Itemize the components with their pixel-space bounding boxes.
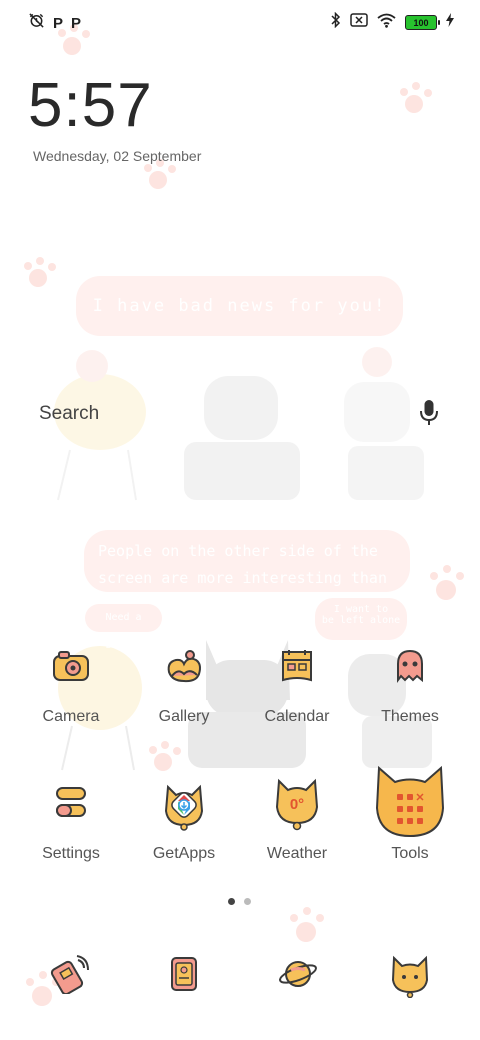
app-settings[interactable]: Settings [16,775,126,867]
app-getapps[interactable]: GetApps [129,775,239,867]
clock-time[interactable]: 5:57 [28,70,153,141]
app-label-camera: Camera [42,708,100,725]
bluetooth-icon [331,11,341,33]
no-sim-icon [350,13,368,32]
app-label-gallery: Gallery [158,708,210,725]
tools-folder-icon [373,764,447,845]
page-indicator-dot[interactable] [244,898,251,905]
alarm-off-icon [28,12,45,34]
dock-cat-app[interactable] [390,954,430,1003]
gallery-icon [164,646,204,691]
app-weather[interactable]: 0° Weather [242,775,352,867]
battery-icon: 100 [405,15,440,30]
clock-date[interactable]: Wednesday, 02 September [33,148,201,164]
getapps-icon [162,781,206,836]
dock-contacts[interactable] [164,954,204,999]
app-gallery[interactable]: Gallery [129,640,239,730]
charging-icon [446,13,454,32]
app-label-tools: Tools [391,845,429,862]
app-label-themes: Themes [381,708,439,725]
browser-planet-icon [278,961,318,998]
weather-temp-text: 0° [290,796,304,813]
bubble-mid-line1: People on the other side of the [98,542,378,560]
status-bar-right: 100 [331,11,454,33]
wallpaper-bubble-small-left: Need a break? [85,604,162,651]
status-bar-left: P P [28,12,81,34]
app-themes[interactable]: Themes [355,640,465,730]
page-indicator-dot-active[interactable] [228,898,235,905]
microphone-icon[interactable] [418,399,440,432]
bubble-small-right-line2: be left alone [321,615,401,626]
app-calendar[interactable]: Calendar [242,640,352,730]
search-label: Search [39,403,100,424]
dock-browser[interactable] [278,954,318,999]
wallpaper-bubble-small-right: I want to be left alone [315,598,407,640]
status-bar: P P 100 [0,0,480,44]
contacts-icon [164,957,204,998]
wallpaper-bubble-mid: People on the other side of the screen a… [84,530,410,614]
camera-icon [51,646,91,691]
cat-app-icon [390,955,430,1002]
phone-icon [50,955,90,998]
weather-icon: 0° [273,777,321,836]
themes-icon [390,646,430,691]
app-camera[interactable]: Camera [16,640,126,730]
app-label-calendar: Calendar [264,708,330,725]
app-label-weather: Weather [266,845,328,862]
settings-icon [51,781,91,830]
app-label-getapps: GetApps [152,845,216,862]
wifi-icon [377,13,396,33]
p-notification-icon: P [53,14,64,32]
p-notification-icon: P [71,14,82,32]
dock-phone[interactable] [50,954,90,999]
app-label-settings: Settings [42,845,100,862]
calendar-icon [277,646,317,691]
bubble-small-right-line1: I want to [333,604,389,615]
app-tools-folder[interactable]: Tools [355,762,465,867]
search-bar[interactable]: Search [20,388,460,438]
wallpaper-bubble-top: I have bad news for you! [76,276,403,336]
